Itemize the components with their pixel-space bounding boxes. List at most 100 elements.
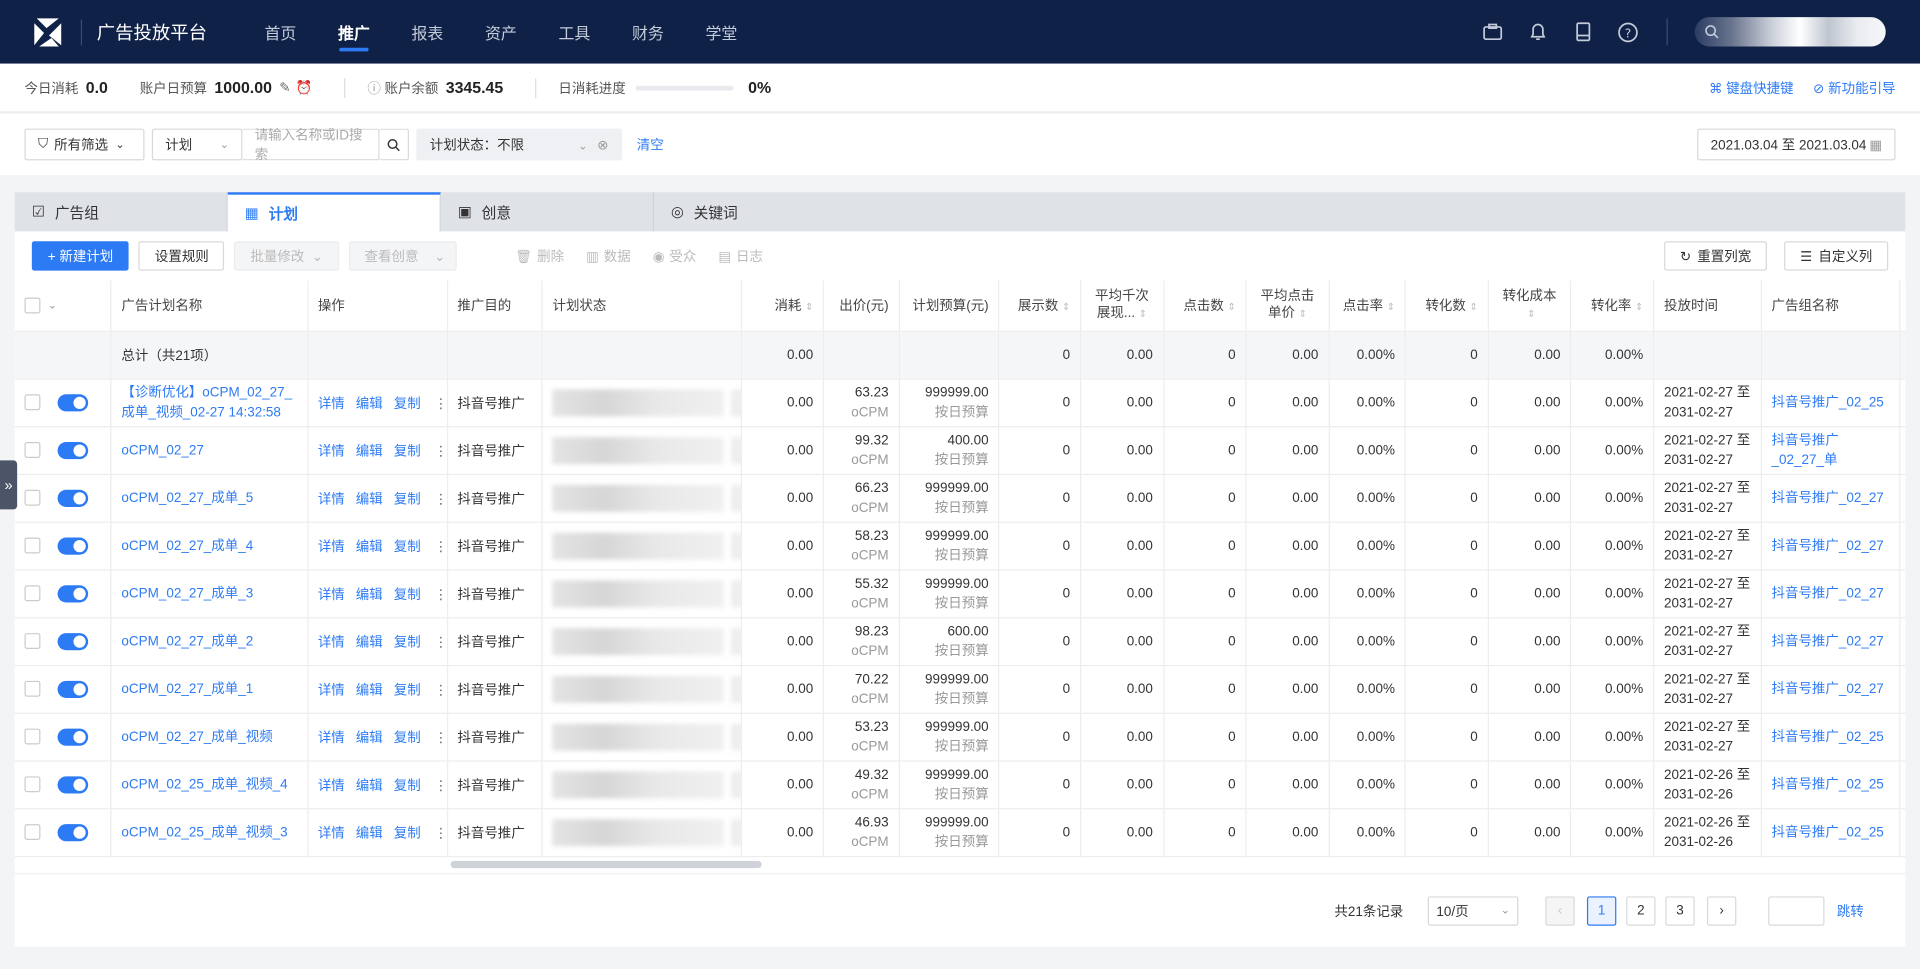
page-button-3[interactable]: 3 (1665, 895, 1695, 926)
detail-link[interactable]: 详情 (318, 730, 345, 745)
prev-page-button[interactable]: ‹ (1545, 895, 1575, 926)
group-name-link[interactable]: 抖音号推广_02_27 (1772, 631, 1890, 651)
tab-keyword[interactable]: ◎ 关键词 (654, 192, 867, 231)
column-header-12[interactable]: 转化数 ⇕ (1405, 280, 1489, 332)
plan-toggle-switch[interactable] (57, 775, 89, 793)
group-name-link[interactable]: 抖音号推广_02_25 (1772, 774, 1890, 794)
nav-item-5[interactable]: 财务 (611, 0, 684, 64)
more-icon[interactable]: ⋮ (434, 444, 446, 459)
copy-link[interactable]: 复制 (394, 396, 421, 411)
batch-edit-button[interactable]: 批量修改 ⌄ (234, 241, 339, 271)
row-checkbox[interactable] (24, 776, 41, 793)
reset-width-button[interactable]: ↻ 重置列宽 (1663, 241, 1768, 271)
more-icon[interactable]: ⋮ (434, 730, 446, 745)
all-filters-button[interactable]: ⛉ 所有筛选 ⌄ (24, 128, 145, 161)
more-icon[interactable]: ⋮ (434, 683, 446, 698)
group-name-link[interactable]: 抖音号推广_02_27 (1772, 488, 1890, 508)
column-header-11[interactable]: 点击率 ⇕ (1328, 280, 1407, 332)
copy-link[interactable]: 复制 (394, 826, 421, 841)
bid-cell[interactable]: 98.23 oCPM (823, 617, 900, 666)
tab-plan[interactable]: ▦ 计划 (227, 192, 441, 232)
row-checkbox[interactable] (24, 824, 41, 841)
nav-item-4[interactable]: 工具 (538, 0, 611, 64)
edit-link[interactable]: 编辑 (356, 587, 383, 602)
bid-cell[interactable]: 58.23 oCPM (823, 521, 900, 571)
edit-link[interactable]: 编辑 (356, 683, 383, 698)
nav-item-6[interactable]: 学堂 (685, 0, 758, 64)
column-header-10[interactable]: 平均点击单价 ⇕ (1246, 280, 1330, 332)
plan-status-filter[interactable]: 计划状态：不限 ⌄ ⊗ (416, 128, 623, 161)
plan-toggle-switch[interactable] (57, 823, 89, 841)
group-name-link[interactable]: 抖音号推广_02_25 (1772, 727, 1890, 747)
group-name-link[interactable]: 抖音号推广_02_25 (1772, 822, 1890, 842)
detail-link[interactable]: 详情 (318, 587, 345, 602)
more-icon[interactable]: ⋮ (434, 826, 446, 841)
bid-cell[interactable]: 63.23 oCPM (823, 378, 900, 427)
select-all-checkbox[interactable] (24, 297, 41, 314)
chevron-down-icon[interactable]: ⌄ (48, 299, 57, 311)
edit-icon[interactable]: ✎ (279, 80, 290, 96)
budget-cell[interactable]: 999999.00 按日预算 (899, 569, 1000, 618)
sort-icon[interactable]: ⇕ (1527, 308, 1535, 319)
more-icon[interactable]: ⋮ (434, 492, 446, 507)
row-checkbox[interactable] (24, 537, 41, 554)
detail-link[interactable]: 详情 (318, 778, 345, 793)
row-checkbox[interactable] (24, 442, 41, 458)
budget-cell[interactable]: 999999.00 按日预算 (899, 378, 1000, 427)
detail-link[interactable]: 详情 (318, 444, 345, 459)
log-button[interactable]: ▤ 日志 (718, 246, 763, 266)
row-checkbox[interactable] (24, 728, 41, 745)
column-header-8[interactable]: 平均千次展现... ⇕ (1080, 280, 1164, 332)
sort-icon[interactable]: ⇕ (805, 302, 813, 313)
set-rule-button[interactable]: 设置规则 (138, 241, 225, 271)
nav-item-0[interactable]: 首页 (244, 0, 317, 64)
budget-cell[interactable]: 999999.00 按日预算 (899, 473, 1000, 523)
row-checkbox[interactable] (24, 680, 41, 697)
sort-icon[interactable]: ⇕ (1139, 308, 1147, 319)
column-header-14[interactable]: 转化率 ⇕ (1570, 280, 1655, 332)
nav-item-1[interactable]: 推广 (317, 0, 390, 64)
bid-cell[interactable]: 70.22 oCPM (823, 664, 900, 714)
edit-link[interactable]: 编辑 (356, 396, 383, 411)
edit-link[interactable]: 编辑 (356, 444, 383, 459)
group-name-link[interactable]: 抖音号推广_02_27 (1772, 679, 1890, 699)
plan-name-link[interactable]: oCPM_02_27_成单_4 (121, 536, 297, 556)
platform-logo-icon[interactable] (29, 13, 66, 50)
column-header-5[interactable]: 出价(元) (823, 280, 900, 332)
sort-icon[interactable]: ⇕ (1635, 302, 1643, 313)
custom-columns-button[interactable]: ☰ 自定义列 (1784, 241, 1889, 271)
group-name-link[interactable]: 抖音号推广_02_27 (1772, 583, 1890, 603)
plan-name-link[interactable]: oCPM_02_27_成单_视频 (121, 727, 297, 747)
plan-toggle-switch[interactable] (57, 680, 89, 698)
plan-toggle-switch[interactable] (57, 632, 89, 650)
budget-cell[interactable]: 999999.00 按日预算 (899, 760, 1000, 809)
plan-name-link[interactable]: oCPM_02_25_成单_视频_3 (121, 822, 297, 842)
bid-cell[interactable]: 55.32 oCPM (823, 569, 900, 618)
copy-link[interactable]: 复制 (394, 587, 421, 602)
copy-link[interactable]: 复制 (394, 778, 421, 793)
tab-creative[interactable]: ▣ 创意 (441, 192, 654, 232)
page-size-select[interactable]: 10/页 ⌄ (1427, 895, 1519, 926)
book-icon[interactable] (1571, 20, 1594, 43)
jump-page-input[interactable] (1768, 895, 1825, 926)
edit-link[interactable]: 编辑 (356, 635, 383, 650)
expand-sidebar-icon[interactable]: » (0, 460, 18, 510)
copy-link[interactable]: 复制 (394, 492, 421, 507)
edit-link[interactable]: 编辑 (356, 778, 383, 793)
detail-link[interactable]: 详情 (318, 683, 345, 698)
briefcase-icon[interactable] (1480, 20, 1503, 43)
jump-button[interactable]: 跳转 (1837, 901, 1864, 921)
delete-button[interactable]: 🗑 删除 (515, 246, 564, 266)
row-checkbox[interactable] (24, 489, 41, 506)
sort-icon[interactable]: ⇕ (1227, 302, 1235, 313)
sort-icon[interactable]: ⇕ (1470, 302, 1478, 313)
column-header-7[interactable]: 展示数 ⇕ (999, 280, 1082, 332)
column-header-9[interactable]: 点击数 ⇕ (1163, 280, 1247, 332)
copy-link[interactable]: 复制 (394, 730, 421, 745)
search-type-select[interactable]: 计划 ⌄ (151, 128, 243, 161)
column-header-4[interactable]: 消耗 ⇕ (740, 280, 825, 332)
detail-link[interactable]: 详情 (318, 492, 345, 507)
bid-cell[interactable]: 46.93 oCPM (823, 808, 900, 857)
row-checkbox[interactable] (24, 394, 41, 411)
group-name-link[interactable]: 抖音号推广_02_25 (1772, 392, 1890, 412)
